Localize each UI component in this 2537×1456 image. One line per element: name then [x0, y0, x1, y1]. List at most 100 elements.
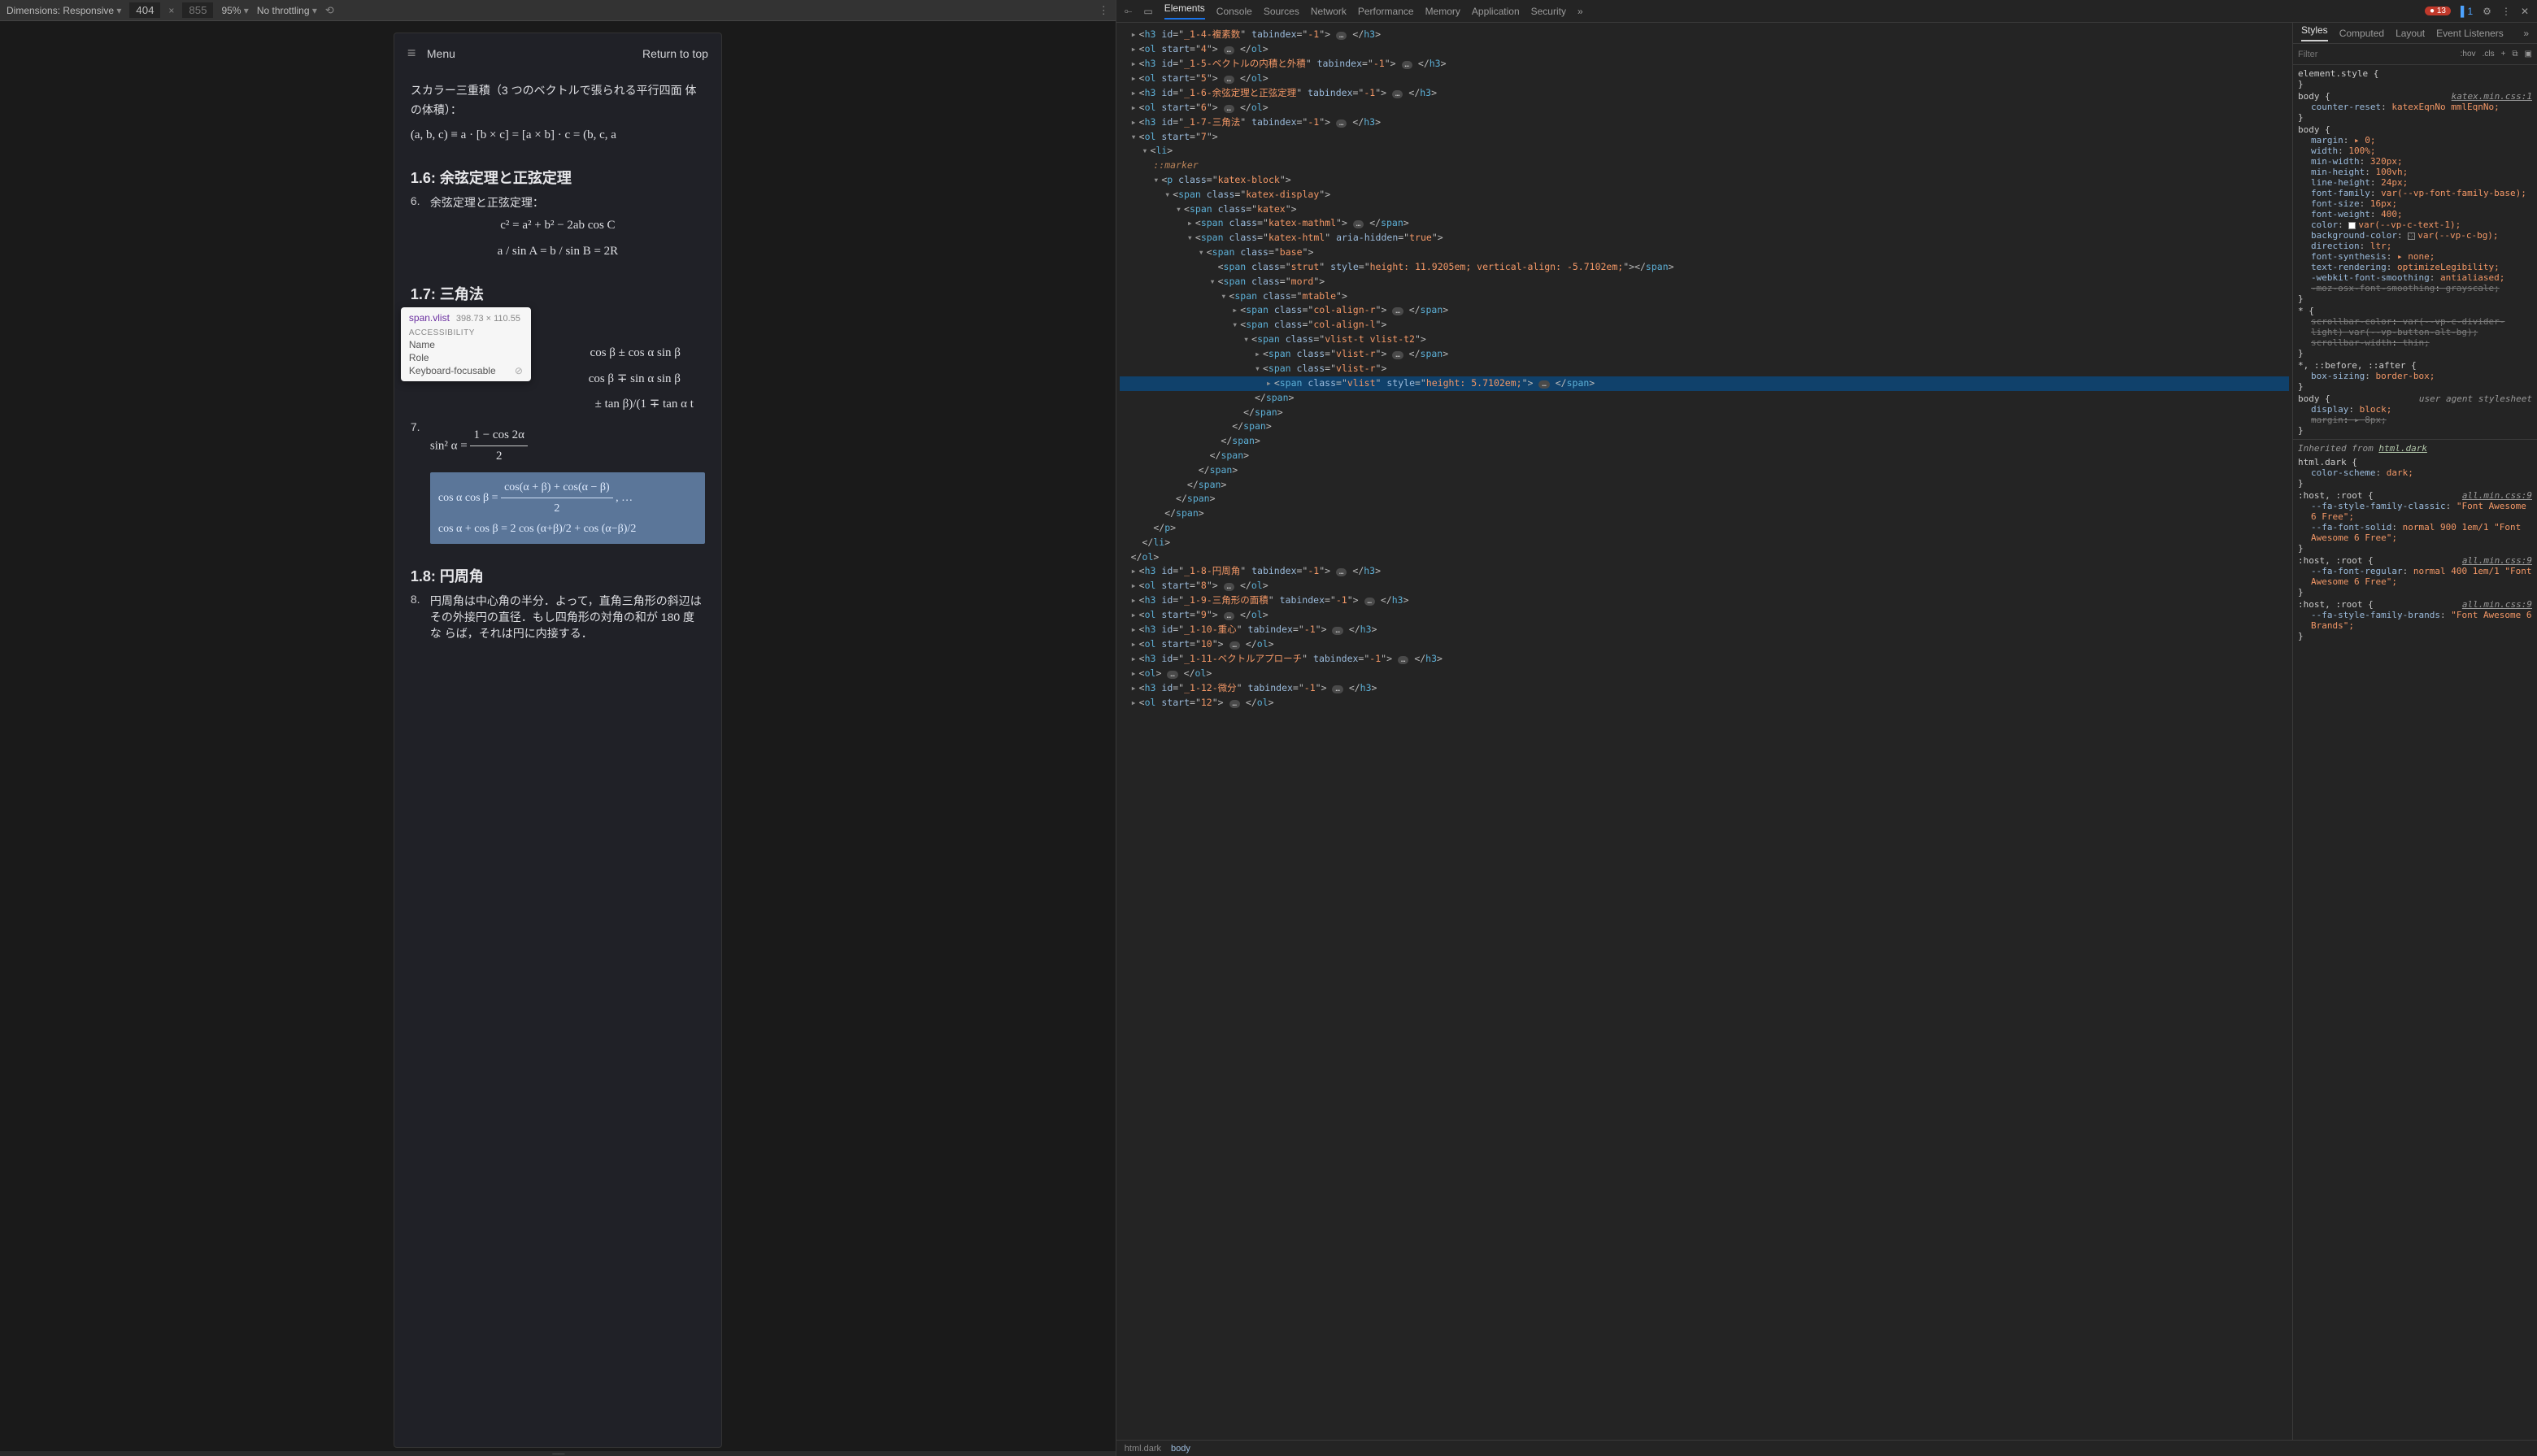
tab-application[interactable]: Application: [1472, 6, 1520, 17]
dom-row[interactable]: </span>: [1120, 406, 2289, 420]
dom-row[interactable]: ▾<ol start="7">: [1120, 130, 2289, 145]
dom-row[interactable]: ▾<span class="base">: [1120, 246, 2289, 260]
dom-row[interactable]: ▸<h3 id="_1-7-三角法" tabindex="-1"> … </h3…: [1120, 115, 2289, 130]
dom-row[interactable]: ▸<ol start="9"> … </ol>: [1120, 608, 2289, 623]
dom-row[interactable]: </span>: [1120, 492, 2289, 506]
dom-row[interactable]: ▸<ol start="8"> … </ol>: [1120, 579, 2289, 593]
styles-subtabs: Styles Computed Layout Event Listeners »: [2293, 23, 2537, 44]
dom-row[interactable]: ▸<ol> … </ol>: [1120, 667, 2289, 681]
computed-toggle-icon[interactable]: ⧉: [2512, 50, 2517, 59]
dom-row[interactable]: ▾<span class="katex-display">: [1120, 188, 2289, 202]
dom-row[interactable]: ▸<span class="katex-mathml"> … </span>: [1120, 216, 2289, 231]
styles-filter-input[interactable]: [2298, 50, 2454, 59]
height-input[interactable]: [182, 2, 213, 18]
dom-row[interactable]: ▸<ol start="10"> … </ol>: [1120, 637, 2289, 652]
dom-row[interactable]: ▸<ol start="12"> … </ol>: [1120, 696, 2289, 711]
info-badge[interactable]: ▌1: [2461, 6, 2473, 17]
dom-row[interactable]: </li>: [1120, 536, 2289, 550]
styles-rules[interactable]: element.style {}body {katex.min.css:1cou…: [2293, 65, 2537, 1440]
dom-row[interactable]: ▾<p class="katex-block">: [1120, 173, 2289, 188]
device-more-icon[interactable]: ⋮: [1099, 4, 1109, 17]
dom-row[interactable]: ▾<span class="mord">: [1120, 275, 2289, 289]
tab-security[interactable]: Security: [1531, 6, 1566, 17]
close-icon[interactable]: ✕: [2521, 6, 2529, 17]
subtab-computed[interactable]: Computed: [2339, 28, 2384, 39]
throttling-dropdown[interactable]: No throttling: [257, 5, 317, 16]
hamburger-icon[interactable]: [407, 45, 420, 62]
dom-row[interactable]: <span class="strut" style="height: 11.92…: [1120, 260, 2289, 275]
device-toggle-icon[interactable]: ▭: [1143, 6, 1152, 17]
subtab-event-listeners[interactable]: Event Listeners: [2436, 28, 2504, 39]
dom-row[interactable]: ▸<span class="col-align-r"> … </span>: [1120, 303, 2289, 318]
kebab-icon[interactable]: ⋮: [2501, 6, 2511, 17]
dom-row[interactable]: ▾<span class="vlist-r">: [1120, 362, 2289, 376]
times-icon: ×: [168, 5, 174, 16]
dom-row[interactable]: ▸<h3 id="_1-11-ベクトルアプローチ" tabindex="-1">…: [1120, 652, 2289, 667]
dom-row[interactable]: ▸<h3 id="_1-4-複素数" tabindex="-1"> … </h3…: [1120, 28, 2289, 42]
settings-icon[interactable]: ⚙: [2483, 6, 2491, 17]
dom-row[interactable]: ▸<span class="vlist-r"> … </span>: [1120, 347, 2289, 362]
dom-row[interactable]: ▾<span class="col-align-l">: [1120, 318, 2289, 332]
tab-network[interactable]: Network: [1311, 6, 1347, 17]
page-header: Menu Return to top: [394, 33, 721, 73]
dom-row[interactable]: ▸<h3 id="_1-9-三角形の面積" tabindex="-1"> … <…: [1120, 593, 2289, 608]
dom-row[interactable]: ▾<li>: [1120, 144, 2289, 159]
inspect-tooltip: span.vlist 398.73 × 110.55 ACCESSIBILITY…: [401, 307, 531, 381]
rotate-icon[interactable]: ⟲: [325, 4, 334, 17]
dom-row[interactable]: ▸<h3 id="_1-8-円周角" tabindex="-1"> … </h3…: [1120, 564, 2289, 579]
breadcrumb-item[interactable]: body: [1171, 1444, 1190, 1454]
list-item: 円周角は中心角の半分．よって，直角三角形の斜辺は その外接円の直径．もし四角形の…: [430, 593, 705, 641]
tooltip-row: Name: [409, 339, 435, 350]
zoom-dropdown[interactable]: 95%: [221, 5, 248, 16]
dom-row[interactable]: ::marker: [1120, 159, 2289, 173]
dom-breadcrumb[interactable]: html.dark body: [1116, 1440, 2537, 1456]
subtab-layout[interactable]: Layout: [2396, 28, 2425, 39]
tab-memory[interactable]: Memory: [1425, 6, 1460, 17]
tooltip-selector: span.vlist: [409, 312, 450, 324]
menu-label[interactable]: Menu: [427, 47, 455, 60]
inspect-icon[interactable]: ⟜: [1125, 5, 1133, 17]
dom-row[interactable]: ▸<h3 id="_1-6-余弦定理と正弦定理" tabindex="-1"> …: [1120, 86, 2289, 101]
hov-toggle[interactable]: :hov: [2461, 50, 2476, 59]
sidebar-toggle-icon[interactable]: ▣: [2525, 50, 2532, 59]
tab-elements[interactable]: Elements: [1164, 2, 1205, 20]
formula: sin² α = 1 − cos 2α 2: [430, 425, 705, 467]
add-rule-icon[interactable]: +: [2501, 50, 2506, 59]
width-input[interactable]: [129, 2, 160, 18]
dom-row[interactable]: ▸<ol start="6"> … </ol>: [1120, 101, 2289, 115]
dom-row[interactable]: ▾<span class="katex">: [1120, 202, 2289, 217]
dom-row[interactable]: </span>: [1120, 478, 2289, 493]
tooltip-row: Role: [409, 352, 429, 363]
dom-row[interactable]: ▾<span class="vlist-t vlist-t2">: [1120, 332, 2289, 347]
dom-row[interactable]: </p>: [1120, 521, 2289, 536]
dom-row[interactable]: ▸<h3 id="_1-5-ベクトルの内積と外積" tabindex="-1">…: [1120, 57, 2289, 72]
dom-row[interactable]: ▸<ol start="4"> … </ol>: [1120, 42, 2289, 57]
dom-row[interactable]: </span>: [1120, 419, 2289, 434]
tab-console[interactable]: Console: [1216, 6, 1252, 17]
tab-performance[interactable]: Performance: [1358, 6, 1414, 17]
tab-more[interactable]: »: [1577, 6, 1583, 17]
dom-row[interactable]: ▸<ol start="5"> … </ol>: [1120, 72, 2289, 86]
tab-sources[interactable]: Sources: [1264, 6, 1299, 17]
resize-handle[interactable]: [0, 1451, 1116, 1456]
rendered-page[interactable]: Menu Return to top スカラー三重積（3 つのベクトルで張られる…: [394, 33, 722, 1448]
dom-row[interactable]: ▾<span class="mtable">: [1120, 289, 2289, 304]
dom-row[interactable]: </span>: [1120, 506, 2289, 521]
error-badge[interactable]: ● 13: [2425, 7, 2451, 15]
subtab-styles[interactable]: Styles: [2301, 24, 2328, 41]
dimensions-dropdown[interactable]: Dimensions: Responsive: [7, 5, 121, 16]
cls-toggle[interactable]: .cls: [2483, 50, 2495, 59]
dom-row[interactable]: </span>: [1120, 434, 2289, 449]
dom-row[interactable]: </span>: [1120, 449, 2289, 463]
dom-row[interactable]: ▸<h3 id="_1-12-微分" tabindex="-1"> … </h3…: [1120, 681, 2289, 696]
dom-tree[interactable]: ▸<h3 id="_1-4-複素数" tabindex="-1"> … </h3…: [1116, 23, 2293, 1440]
dom-row[interactable]: </span>: [1120, 391, 2289, 406]
dom-row[interactable]: ▾<span class="katex-html" aria-hidden="t…: [1120, 231, 2289, 246]
more-subtabs-icon[interactable]: »: [2523, 28, 2529, 39]
dom-row[interactable]: ▸<h3 id="_1-10-重心" tabindex="-1"> … </h3…: [1120, 623, 2289, 637]
return-to-top[interactable]: Return to top: [642, 47, 708, 60]
breadcrumb-item[interactable]: html.dark: [1125, 1444, 1161, 1454]
dom-row[interactable]: </ol>: [1120, 550, 2289, 565]
dom-row[interactable]: ▸<span class="vlist" style="height: 5.71…: [1120, 376, 2289, 391]
dom-row[interactable]: </span>: [1120, 463, 2289, 478]
